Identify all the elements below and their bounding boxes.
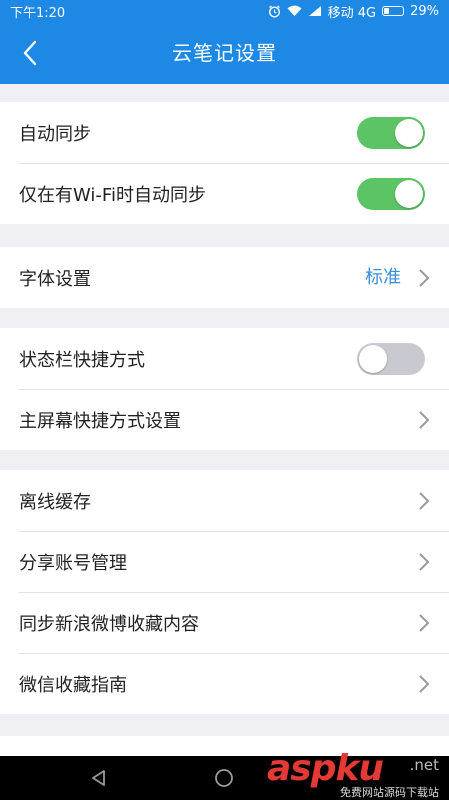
watermark-domain: .net	[409, 756, 439, 774]
setting-label: 分享账号管理	[19, 552, 127, 574]
settings-group-sync: 自动同步 仅在有Wi-Fi时自动同步	[0, 102, 449, 224]
circle-home-icon	[215, 769, 233, 787]
chevron-right-icon	[419, 492, 430, 510]
watermark-logo-text: aspku	[267, 748, 384, 789]
font-setting-value: 标准	[365, 267, 401, 288]
setting-label: 离线缓存	[19, 491, 91, 513]
wifi-icon	[287, 5, 302, 17]
status-bar: 下午1:20 移动 4G 29%	[0, 0, 449, 22]
chevron-right-icon	[419, 675, 430, 693]
setting-row-homescreen-shortcut[interactable]: 主屏幕快捷方式设置	[0, 389, 449, 450]
signal-icon	[308, 5, 322, 17]
setting-row-wifi-only-sync[interactable]: 仅在有Wi-Fi时自动同步	[0, 163, 449, 224]
setting-label: 状态栏快捷方式	[19, 349, 145, 371]
battery-icon	[382, 6, 405, 16]
alarm-icon	[268, 4, 281, 18]
setting-row-offline-cache[interactable]: 离线缓存	[0, 470, 449, 531]
chevron-right-icon	[419, 614, 430, 632]
system-back-button[interactable]	[88, 767, 110, 789]
watermark: aspku .net 免费网站源码下载站	[267, 748, 443, 800]
settings-group-font: 字体设置 标准	[0, 247, 449, 308]
setting-row-font[interactable]: 字体设置 标准	[0, 247, 449, 308]
triangle-back-icon	[92, 770, 105, 786]
setting-label: 同步新浪微博收藏内容	[19, 613, 199, 635]
system-home-button[interactable]	[213, 767, 235, 789]
setting-row-weibo-sync[interactable]: 同步新浪微博收藏内容	[0, 592, 449, 653]
setting-label: 字体设置	[19, 268, 91, 290]
carrier-label: 移动 4G	[327, 5, 377, 21]
auto-sync-toggle[interactable]	[357, 117, 425, 149]
setting-row-share-accounts[interactable]: 分享账号管理	[0, 531, 449, 592]
setting-label: 微信收藏指南	[19, 674, 127, 696]
setting-row-statusbar-shortcut[interactable]: 状态栏快捷方式	[0, 328, 449, 389]
status-time: 下午1:20	[10, 5, 66, 21]
setting-row-auto-sync[interactable]: 自动同步	[0, 102, 449, 163]
settings-group-misc: 离线缓存 分享账号管理 同步新浪微博收藏内容 微信收藏指南	[0, 470, 449, 714]
nav-bar: 云笔记设置	[0, 22, 449, 84]
setting-label: 主屏幕快捷方式设置	[19, 410, 181, 432]
setting-label: 自动同步	[19, 123, 91, 145]
settings-group-shortcuts: 状态栏快捷方式 主屏幕快捷方式设置	[0, 328, 449, 450]
statusbar-shortcut-toggle[interactable]	[357, 343, 425, 375]
setting-label: 仅在有Wi-Fi时自动同步	[19, 184, 206, 206]
battery-percent: 29%	[410, 3, 439, 19]
watermark-subtitle: 免费网站源码下载站	[340, 786, 439, 799]
chevron-right-icon	[419, 411, 430, 429]
setting-row-wechat-guide[interactable]: 微信收藏指南	[0, 653, 449, 714]
page-title: 云笔记设置	[172, 41, 277, 65]
wifi-only-sync-toggle[interactable]	[357, 178, 425, 210]
chevron-right-icon	[419, 553, 430, 571]
chevron-right-icon	[419, 269, 430, 287]
